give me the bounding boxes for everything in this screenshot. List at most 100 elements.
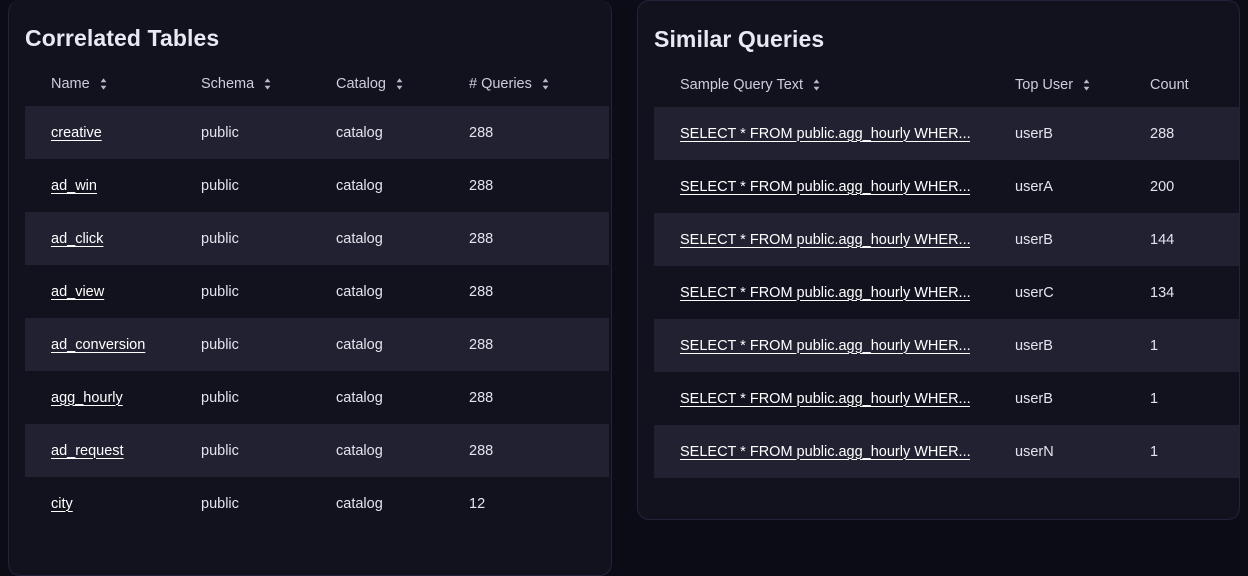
column-header-label: # Queries bbox=[469, 76, 532, 92]
column-header-num-queries[interactable]: # Queries bbox=[469, 76, 609, 106]
cell-top-user: userN bbox=[1015, 425, 1150, 478]
column-header-catalog[interactable]: Catalog bbox=[336, 76, 469, 106]
cell-top-user: userA bbox=[1015, 160, 1150, 213]
sort-chevrons-icon[interactable] bbox=[812, 78, 821, 92]
sample-query-link[interactable]: SELECT * FROM public.agg_hourly WHER... bbox=[680, 338, 970, 354]
table-name-link[interactable]: ad_click bbox=[51, 231, 103, 247]
cell-catalog: catalog bbox=[336, 318, 469, 371]
cell-catalog: catalog bbox=[336, 212, 469, 265]
similar-queries-header: Sample Query Text bbox=[654, 77, 1240, 107]
cell-num-queries: 12 bbox=[469, 477, 609, 530]
table-row[interactable]: ad_request publiccatalog288 bbox=[25, 424, 609, 477]
cell-top-user: userB bbox=[1015, 319, 1150, 372]
cell-table-name: ad_click bbox=[25, 212, 201, 265]
column-header-top-user[interactable]: Top User bbox=[1015, 77, 1150, 107]
cell-catalog: catalog bbox=[336, 106, 469, 159]
cell-schema: public bbox=[201, 424, 336, 477]
correlated-tables-body: creativepubliccatalog288ad_winpubliccata… bbox=[25, 106, 609, 530]
cell-count: 1 bbox=[1150, 319, 1240, 372]
table-row[interactable]: ad_viewpubliccatalog288 bbox=[25, 265, 609, 318]
table-name-link[interactable]: ad_conversion bbox=[51, 337, 145, 353]
cell-sample-query-text: SELECT * FROM public.agg_hourly WHER... bbox=[654, 266, 1015, 319]
table-row[interactable]: ad_click publiccatalog288 bbox=[25, 212, 609, 265]
sort-chevrons-icon[interactable] bbox=[1082, 78, 1091, 92]
sort-chevrons-icon[interactable] bbox=[541, 77, 550, 91]
cell-catalog: catalog bbox=[336, 371, 469, 424]
cell-num-queries: 288 bbox=[469, 371, 609, 424]
column-header-sample-query-text[interactable]: Sample Query Text bbox=[654, 77, 1015, 107]
cell-schema: public bbox=[201, 212, 336, 265]
cell-num-queries: 288 bbox=[469, 106, 609, 159]
cell-table-name: agg_hourly bbox=[25, 371, 201, 424]
cell-sample-query-text: SELECT * FROM public.agg_hourly WHER... bbox=[654, 213, 1015, 266]
cell-table-name: creative bbox=[25, 106, 201, 159]
similar-queries-table: Sample Query Text bbox=[654, 77, 1240, 478]
cell-sample-query-text: SELECT * FROM public.agg_hourly WHER... bbox=[654, 425, 1015, 478]
table-row[interactable]: SELECT * FROM public.agg_hourly WHER... u… bbox=[654, 319, 1240, 372]
table-name-link[interactable]: ad_view bbox=[51, 284, 104, 300]
cell-table-name: ad_request bbox=[25, 424, 201, 477]
column-header-count[interactable]: Count bbox=[1150, 77, 1240, 107]
sample-query-link[interactable]: SELECT * FROM public.agg_hourly WHER... bbox=[680, 126, 970, 142]
sort-chevrons-icon[interactable] bbox=[395, 77, 404, 91]
table-row[interactable]: SELECT * FROM public.agg_hourly WHER... u… bbox=[654, 372, 1240, 425]
table-row[interactable]: agg_hourlypubliccatalog288 bbox=[25, 371, 609, 424]
column-header-name[interactable]: Name bbox=[25, 76, 201, 106]
cell-count: 1 bbox=[1150, 372, 1240, 425]
table-row[interactable]: SELECT * FROM public.agg_hourly WHER... u… bbox=[654, 425, 1240, 478]
column-header-label: Count bbox=[1150, 77, 1189, 93]
sample-query-link[interactable]: SELECT * FROM public.agg_hourly WHER... bbox=[680, 391, 970, 407]
cell-schema: public bbox=[201, 159, 336, 212]
cell-count: 134 bbox=[1150, 266, 1240, 319]
column-header-label: Name bbox=[51, 76, 90, 92]
cell-schema: public bbox=[201, 265, 336, 318]
table-name-link[interactable]: creative bbox=[51, 125, 102, 141]
table-name-link[interactable]: ad_win bbox=[51, 178, 97, 194]
table-row[interactable]: SELECT * FROM public.agg_hourly WHER... u… bbox=[654, 107, 1240, 160]
table-name-link[interactable]: agg_hourly bbox=[51, 390, 123, 406]
cell-table-name: ad_view bbox=[25, 265, 201, 318]
table-header-row: Sample Query Text bbox=[654, 77, 1240, 107]
table-row[interactable]: ad_conversionpubliccatalog288 bbox=[25, 318, 609, 371]
cell-table-name: ad_conversion bbox=[25, 318, 201, 371]
table-row[interactable]: city publiccatalog12 bbox=[25, 477, 609, 530]
cell-catalog: catalog bbox=[336, 477, 469, 530]
table-row[interactable]: creativepubliccatalog288 bbox=[25, 106, 609, 159]
cell-num-queries: 288 bbox=[469, 159, 609, 212]
cell-schema: public bbox=[201, 477, 336, 530]
table-header-row: Name Schema bbox=[25, 76, 609, 106]
sample-query-link[interactable]: SELECT * FROM public.agg_hourly WHER... bbox=[680, 285, 970, 301]
cell-top-user: userB bbox=[1015, 372, 1150, 425]
similar-queries-table-wrapper: Sample Query Text bbox=[638, 77, 1239, 478]
cell-table-name: city bbox=[25, 477, 201, 530]
table-row[interactable]: ad_winpubliccatalog288 bbox=[25, 159, 609, 212]
column-header-label: Sample Query Text bbox=[680, 77, 803, 93]
cell-sample-query-text: SELECT * FROM public.agg_hourly WHER... bbox=[654, 107, 1015, 160]
cell-top-user: userB bbox=[1015, 213, 1150, 266]
table-row[interactable]: SELECT * FROM public.agg_hourly WHER... u… bbox=[654, 160, 1240, 213]
column-header-label: Top User bbox=[1015, 77, 1073, 93]
sample-query-link[interactable]: SELECT * FROM public.agg_hourly WHER... bbox=[680, 179, 970, 195]
cell-top-user: userB bbox=[1015, 107, 1150, 160]
cell-num-queries: 288 bbox=[469, 424, 609, 477]
column-header-schema[interactable]: Schema bbox=[201, 76, 336, 106]
sort-chevrons-icon[interactable] bbox=[99, 77, 108, 91]
cell-schema: public bbox=[201, 318, 336, 371]
column-header-label: Catalog bbox=[336, 76, 386, 92]
sample-query-link[interactable]: SELECT * FROM public.agg_hourly WHER... bbox=[680, 444, 970, 460]
correlated-tables-panel: Correlated Tables Name bbox=[8, 0, 612, 576]
sort-chevrons-icon[interactable] bbox=[263, 77, 272, 91]
table-name-link[interactable]: city bbox=[51, 496, 73, 512]
cell-num-queries: 288 bbox=[469, 212, 609, 265]
cell-count: 288 bbox=[1150, 107, 1240, 160]
cell-sample-query-text: SELECT * FROM public.agg_hourly WHER... bbox=[654, 372, 1015, 425]
cell-top-user: userC bbox=[1015, 266, 1150, 319]
table-row[interactable]: SELECT * FROM public.agg_hourly WHER... u… bbox=[654, 213, 1240, 266]
cell-catalog: catalog bbox=[336, 424, 469, 477]
cell-table-name: ad_win bbox=[25, 159, 201, 212]
table-name-link[interactable]: ad_request bbox=[51, 443, 124, 459]
correlated-tables-header: Name Schema bbox=[25, 76, 609, 106]
table-row[interactable]: SELECT * FROM public.agg_hourly WHER... u… bbox=[654, 266, 1240, 319]
cell-count: 144 bbox=[1150, 213, 1240, 266]
sample-query-link[interactable]: SELECT * FROM public.agg_hourly WHER... bbox=[680, 232, 970, 248]
